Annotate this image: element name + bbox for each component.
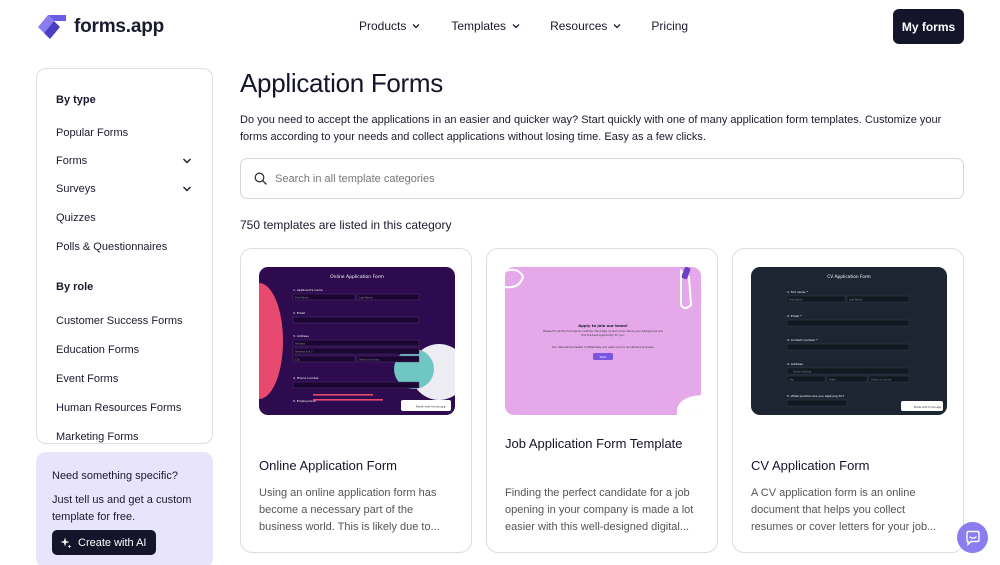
nav-pricing[interactable]: Pricing (651, 19, 688, 33)
chat-support-button[interactable] (957, 522, 988, 553)
form-preview-image: Online Application Form 1. Applicant's n… (259, 267, 455, 415)
sidebar-item-label: Popular Forms (56, 127, 129, 139)
svg-text:3. Contact number *: 3. Contact number * (787, 338, 818, 342)
brand-logo[interactable]: forms.app (36, 13, 164, 41)
sidebar-item-popular-forms[interactable]: Popular Forms (56, 127, 192, 139)
svg-text:3. Address: 3. Address (293, 334, 309, 338)
nav-products-label: Products (359, 19, 407, 33)
preview-heading: Apply to join our team! (578, 323, 628, 328)
svg-text:Last Name: Last Name (849, 297, 863, 301)
site-header: forms.app Products Templates Resources P… (0, 0, 1000, 54)
sidebar-item-polls-questionnaires[interactable]: Polls & Questionnaires (56, 241, 192, 253)
svg-text:Select a country: Select a country (359, 357, 380, 361)
main-nav: Products Templates Resources Pricing (359, 19, 688, 33)
sidebar-item-label: Polls & Questionnaires (56, 241, 168, 253)
chevron-down-icon[interactable] (182, 156, 192, 166)
forms-app-logo-icon (38, 15, 66, 39)
svg-text:Address: Address (295, 341, 306, 345)
sparkle-icon (60, 537, 72, 548)
sidebar-item-label: Quizzes (56, 212, 96, 224)
card-title[interactable]: Job Application Form Template (505, 433, 705, 455)
svg-text:City: City (789, 377, 794, 381)
sidebar-item-label: Education Forms (56, 344, 140, 356)
template-preview-cv-application[interactable]: CV Application Form 1. Full name * First… (751, 267, 947, 415)
nav-resources[interactable]: Resources (550, 19, 621, 33)
create-with-ai-label: Create with AI (78, 536, 147, 549)
sidebar-item-label: Event Forms (56, 373, 119, 385)
page-title: Application Forms (240, 68, 443, 98)
form-preview-image: CV Application Form 1. Full name * First… (751, 267, 947, 415)
sidebar-item-forms[interactable]: Forms (56, 155, 192, 167)
template-card-online-application[interactable]: Online Application Form 1. Applicant's n… (240, 248, 472, 553)
svg-text:First Name: First Name (789, 297, 803, 301)
template-card-job-application[interactable]: Apply to join our team! Please fill out … (486, 248, 718, 553)
svg-text:State: State (829, 377, 836, 381)
category-sidebar: By type Popular Forms Forms Surveys Quiz… (36, 68, 213, 444)
form-preview-image: Apply to join our team! Please fill out … (505, 267, 701, 415)
nav-templates[interactable]: Templates (451, 19, 520, 33)
custom-template-promo: Need something specific? Just tell us an… (36, 452, 213, 565)
chevron-down-icon (512, 24, 520, 29)
chevron-down-icon (412, 24, 420, 29)
svg-text:5. What position are you apply: 5. What position are you applying for? (787, 394, 845, 398)
chevron-down-icon[interactable] (182, 184, 192, 194)
sidebar-item-event[interactable]: Event Forms (56, 373, 192, 385)
promo-title: Need something specific? (52, 470, 178, 482)
svg-text:City: City (295, 357, 300, 361)
svg-text:Last Name: Last Name (359, 295, 373, 299)
sidebar-item-label: Forms (56, 155, 88, 167)
template-count: 750 templates are listed in this categor… (240, 218, 452, 232)
svg-text:4. Phone number: 4. Phone number (293, 376, 320, 380)
chevron-down-icon (613, 24, 621, 29)
card-description: A CV application form is an online docum… (751, 487, 937, 533)
sidebar-heading-by-type: By type (56, 94, 96, 106)
svg-text:Your data will be treated conf: Your data will be treated confidentially… (551, 345, 654, 349)
nav-pricing-label: Pricing (651, 19, 689, 33)
template-preview-job-application[interactable]: Apply to join our team! Please fill out … (505, 267, 701, 415)
template-preview-online-application[interactable]: Online Application Form 1. Applicant's n… (259, 267, 455, 415)
nav-templates-label: Templates (451, 19, 507, 33)
sidebar-item-customer-success[interactable]: Customer Success Forms (56, 315, 192, 327)
svg-text:2. Email *: 2. Email * (787, 314, 802, 318)
card-title[interactable]: CV Application Form (751, 455, 951, 477)
sidebar-item-quizzes[interactable]: Quizzes (56, 212, 192, 224)
sidebar-item-label: Surveys (56, 183, 96, 195)
create-with-ai-button[interactable]: Create with AI (52, 530, 156, 555)
svg-text:First Name: First Name (295, 295, 309, 299)
card-description: Using an online application form has bec… (259, 487, 440, 533)
nav-resources-label: Resources (550, 19, 608, 33)
card-title[interactable]: Online Application Form (259, 455, 459, 477)
chat-icon (965, 530, 980, 546)
svg-text:4. Address: 4. Address (787, 362, 803, 366)
search-icon (254, 172, 267, 185)
svg-text:1. Applicant's name: 1. Applicant's name (293, 288, 323, 292)
preview-heading: Online Application Form (330, 274, 384, 280)
preview-heading: CV Application Form (827, 274, 871, 280)
sidebar-item-label: Customer Success Forms (56, 315, 183, 327)
svg-text:2. Email: 2. Email (293, 311, 305, 315)
sidebar-item-label: Marketing Forms (56, 431, 139, 443)
template-card-cv-application[interactable]: CV Application Form 1. Full name * First… (732, 248, 964, 553)
svg-text:Made with forms.app: Made with forms.app (416, 405, 446, 409)
sidebar-heading-by-role: By role (56, 281, 94, 293)
card-description: Finding the perfect candidate for a job … (505, 487, 694, 533)
sidebar-item-education[interactable]: Education Forms (56, 344, 192, 356)
svg-text:Start: Start (600, 355, 608, 359)
nav-products[interactable]: Products (359, 19, 420, 33)
svg-text:1. Full name *: 1. Full name * (787, 290, 808, 294)
brand-name: forms.app (74, 16, 165, 37)
svg-text:Address line 2: Address line 2 (295, 349, 313, 353)
template-search[interactable] (240, 158, 964, 199)
page-description: Do you need to accept the applications i… (240, 114, 942, 143)
svg-text:Made with forms.app: Made with forms.app (914, 405, 942, 409)
sidebar-item-label: Human Resources Forms (56, 402, 182, 414)
search-input[interactable] (275, 172, 875, 185)
sidebar-item-marketing[interactable]: Marketing Forms (56, 431, 192, 443)
my-forms-button[interactable]: My forms (893, 9, 964, 44)
sidebar-item-surveys[interactable]: Surveys (56, 183, 192, 195)
svg-text:Select a country: Select a country (871, 377, 892, 381)
promo-description: Just tell us and get a custom template f… (52, 494, 192, 523)
svg-text:Street Address: Street Address (793, 369, 812, 373)
sidebar-item-human-resources[interactable]: Human Resources Forms (56, 402, 192, 414)
